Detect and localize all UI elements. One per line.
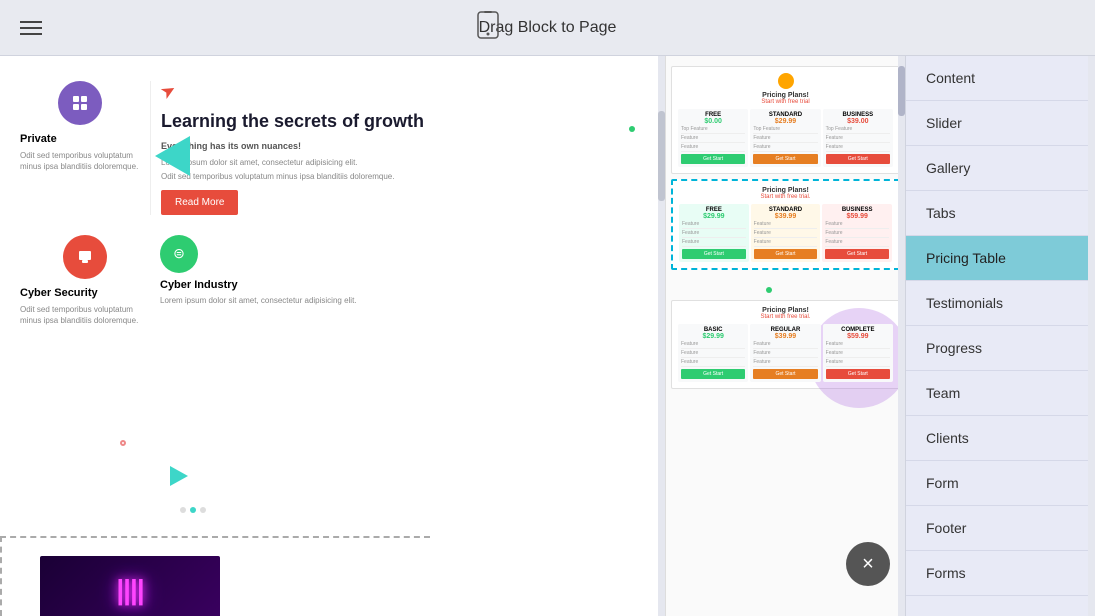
pricing-col-biz-1: BUSINESS $39.00 Top Feature Feature Feat… bbox=[823, 109, 893, 167]
pricing-thumb-2[interactable]: Pricing Plans! Start with free trial. FR… bbox=[671, 179, 900, 270]
cyber-security-title: Cyber Security bbox=[20, 287, 150, 299]
neon-image-area: |||| bbox=[20, 546, 220, 616]
cyber-security-icon bbox=[63, 235, 107, 279]
canvas-pricing-area: Pricing Plans! Start with free trial FRE… bbox=[665, 56, 905, 616]
cyber-industry-desc: Lorem ipsum dolor sit amet, consectetur … bbox=[160, 295, 645, 306]
private-desc: Odit sed temporibus voluptatum minus ips… bbox=[20, 150, 140, 172]
pricing-col-std-1: STANDARD $29.99 Top Feature Feature Feat… bbox=[750, 109, 820, 167]
read-more-button[interactable]: Read More bbox=[161, 190, 238, 215]
top-bar: Drag Block to Page bbox=[0, 0, 1095, 56]
cyber-industry-icon: ⊜ bbox=[160, 235, 198, 273]
learning-para1: Lorem ipsum dolor sit amet, consectetur … bbox=[161, 157, 645, 168]
sidebar-item-gallery[interactable]: Gallery bbox=[906, 146, 1095, 191]
sidebar-item-team[interactable]: Team bbox=[906, 371, 1095, 416]
pricing-col-std-2: STANDARD $39.99 Feature Feature Feature … bbox=[751, 204, 821, 262]
pricing-thumb-2-cols: FREE $29.99 Feature Feature Feature Get … bbox=[679, 204, 892, 262]
pricing-thumb-3-title: Pricing Plans! bbox=[678, 307, 893, 314]
private-icon bbox=[58, 81, 102, 125]
triangle-decoration-1 bbox=[155, 136, 190, 176]
pricing-thumb-1-icon bbox=[678, 73, 893, 89]
features-row: Private Odit sed temporibus voluptatum m… bbox=[0, 56, 665, 215]
pricing-thumb-1-cols: FREE $0.00 Top Feature Feature Feature G… bbox=[678, 109, 893, 167]
spacer bbox=[666, 275, 905, 295]
canvas-left: Private Odit sed temporibus voluptatum m… bbox=[0, 56, 665, 616]
dot-green bbox=[629, 126, 635, 132]
dot-pink bbox=[120, 440, 126, 446]
cyber-industry-title: Cyber Industry bbox=[160, 279, 645, 291]
canvas-inner: Private Odit sed temporibus voluptatum m… bbox=[0, 56, 905, 616]
canvas-scrollbar-track[interactable] bbox=[658, 56, 665, 616]
pricing-col-biz-2: BUSINESS $59.99 Feature Feature Feature … bbox=[822, 204, 892, 262]
triangle-decoration-2 bbox=[170, 466, 188, 486]
learning-section: ➤ Learning the secrets of growth Everyth… bbox=[150, 81, 645, 215]
sidebar-item-clients[interactable]: Clients bbox=[906, 416, 1095, 461]
drag-label: Drag Block to Page bbox=[479, 19, 617, 37]
close-button[interactable]: × bbox=[846, 542, 890, 586]
pricing-thumb-3-sub: Start with free trial. bbox=[678, 314, 893, 320]
cyber-industry-card: ⊜ Cyber Industry Lorem ipsum dolor sit a… bbox=[160, 235, 645, 306]
cyber-security-card: Cyber Security Odit sed temporibus volup… bbox=[20, 235, 150, 326]
sidebar-item-form[interactable]: Form bbox=[906, 461, 1095, 506]
pricing-thumb-2-sub: Start with free trial. bbox=[679, 194, 892, 200]
arrow-icon: ➤ bbox=[157, 79, 181, 105]
main-content: Private Odit sed temporibus voluptatum m… bbox=[0, 56, 1095, 616]
cyber-security-desc: Odit sed temporibus voluptatum minus ips… bbox=[20, 304, 150, 326]
sidebar-item-forms[interactable]: Forms bbox=[906, 551, 1095, 596]
pricing-col-basic-3: BASIC $29.99 Feature Feature Feature Get… bbox=[678, 324, 748, 382]
learning-heading: Learning the secrets of growth bbox=[161, 110, 645, 133]
sidebar-item-progress[interactable]: Progress bbox=[906, 326, 1095, 371]
neon-text: |||| bbox=[116, 574, 143, 606]
sidebar-item-slider[interactable]: Slider bbox=[906, 101, 1095, 146]
private-card: Private Odit sed temporibus voluptatum m… bbox=[20, 81, 150, 215]
dot-green-2 bbox=[766, 287, 772, 293]
hamburger-menu[interactable] bbox=[20, 21, 42, 35]
pricing-thumb-3[interactable]: Pricing Plans! Start with free trial. BA… bbox=[671, 300, 900, 389]
sidebar-item-pricing-table[interactable]: Pricing Table bbox=[906, 236, 1095, 281]
pricing-thumb-3-cols: BASIC $29.99 Feature Feature Feature Get… bbox=[678, 324, 893, 382]
sidebar-item-testimonials[interactable]: Testimonials bbox=[906, 281, 1095, 326]
device-icon bbox=[477, 11, 499, 45]
pricing-col-reg-3: REGULAR $39.99 Feature Feature Feature G… bbox=[750, 324, 820, 382]
learning-para2: Odit sed temporibus voluptatum minus ips… bbox=[161, 171, 645, 182]
pricing-col-comp-3: COMPLETE $59.99 Feature Feature Feature … bbox=[823, 324, 893, 382]
pricing-thumb-1[interactable]: Pricing Plans! Start with free trial FRE… bbox=[671, 66, 900, 174]
canvas-area: Private Odit sed temporibus voluptatum m… bbox=[0, 56, 905, 616]
pricing-thumb-2-title: Pricing Plans! bbox=[679, 187, 892, 194]
sidebar-item-tabs[interactable]: Tabs bbox=[906, 191, 1095, 236]
scroll-indicator bbox=[180, 499, 206, 521]
neon-placeholder: |||| bbox=[40, 556, 220, 616]
sidebar-item-content[interactable]: Content bbox=[906, 56, 1095, 101]
private-title: Private bbox=[20, 133, 140, 145]
sidebar-item-footer[interactable]: Footer bbox=[906, 506, 1095, 551]
learning-subheading: Everything has its own nuances! bbox=[161, 141, 645, 151]
right-sidebar: Content Slider Gallery Tabs Pricing Tabl… bbox=[905, 56, 1095, 616]
cyber-row: Cyber Security Odit sed temporibus volup… bbox=[0, 215, 665, 336]
right-edge-scrollbar[interactable] bbox=[1088, 56, 1095, 616]
pricing-col-free-1: FREE $0.00 Top Feature Feature Feature G… bbox=[678, 109, 748, 167]
pricing-thumb-1-title: Pricing Plans! bbox=[678, 92, 893, 99]
canvas-scrollbar-thumb[interactable] bbox=[658, 111, 665, 201]
pricing-thumb-1-sub: Start with free trial bbox=[678, 99, 893, 105]
pricing-col-free-2: FREE $29.99 Feature Feature Feature Get … bbox=[679, 204, 749, 262]
